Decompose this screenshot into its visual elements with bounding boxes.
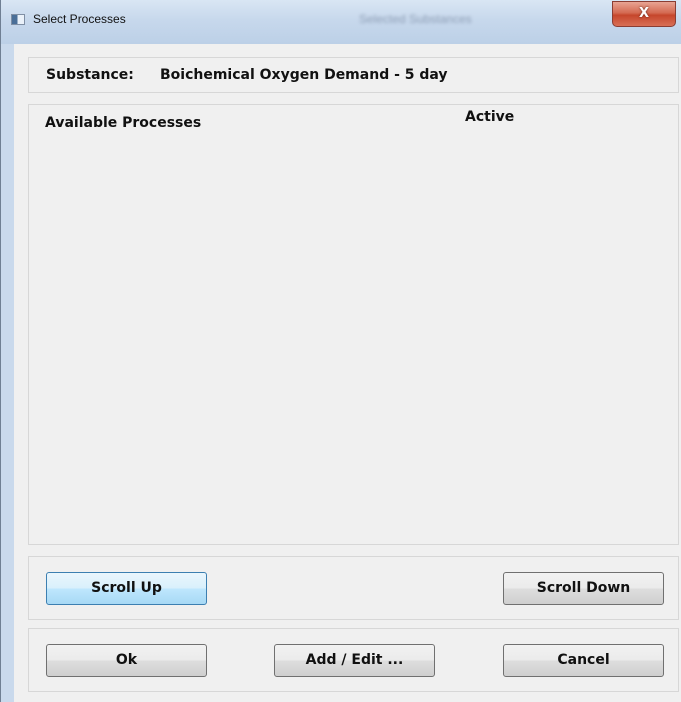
window-title: Select Processes [33,12,126,26]
cancel-button[interactable]: Cancel [503,644,664,677]
select-processes-window: Select Processes Selected Substances X S… [0,0,681,702]
title-bar[interactable]: Select Processes Selected Substances X [1,0,681,44]
active-column-header: Active [465,109,515,125]
dialog-client-area: Substance: Boichemical Oxygen Demand - 5… [14,44,681,702]
substance-value: Boichemical Oxygen Demand - 5 day [160,67,448,83]
scroll-up-button[interactable]: Scroll Up [46,572,207,605]
application-window-icon [11,14,25,25]
close-icon: X [638,6,650,21]
process-list[interactable]: Available Processes Active [28,104,679,545]
close-button[interactable]: X [612,1,676,27]
background-window-title: Selected Substances [359,12,472,26]
dialog-actions-panel: Ok Add / Edit ... Cancel [28,628,679,692]
scroll-controls-panel: Scroll Up Scroll Down [28,556,679,620]
substance-panel: Substance: Boichemical Oxygen Demand - 5… [28,57,679,93]
available-processes-header: Available Processes [45,115,202,131]
add-edit-button[interactable]: Add / Edit ... [274,644,435,677]
ok-button[interactable]: Ok [46,644,207,677]
scroll-down-button[interactable]: Scroll Down [503,572,664,605]
substance-label: Substance: [46,67,134,83]
